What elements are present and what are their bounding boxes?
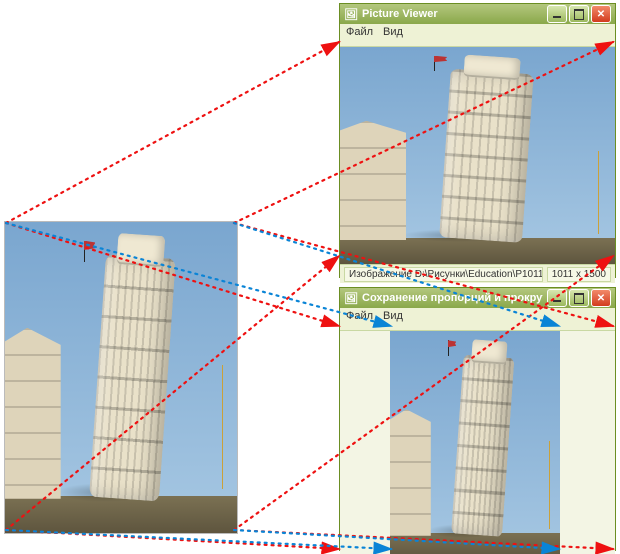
statusbar: Изображение D:\Рисунки\Education\P101110… (340, 264, 615, 283)
maximize-button[interactable] (569, 5, 589, 23)
window-proportional: 🖼 Сохранение пропорций и прокрутка ✕ Фай… (339, 287, 616, 551)
display-photo-stretched (340, 47, 615, 264)
client-area (340, 331, 615, 554)
status-dims: 1011 x 1500 (547, 267, 611, 282)
status-path: Изображение D:\Рисунки\Education\P101110… (344, 267, 543, 282)
client-area (340, 47, 615, 264)
window-picture-viewer: 🖼 Picture Viewer ✕ Файл Вид (339, 3, 616, 278)
diagram-stage: 🖼 Picture Viewer ✕ Файл Вид (0, 0, 620, 554)
menu-view[interactable]: Вид (383, 26, 403, 44)
minimize-button[interactable] (547, 289, 567, 307)
maximize-button[interactable] (569, 289, 589, 307)
titlebar[interactable]: 🖼 Сохранение пропорций и прокрутка ✕ (340, 288, 615, 308)
display-photo-proportional (390, 331, 560, 554)
window-title: Сохранение пропорций и прокрутка (362, 292, 543, 304)
menubar: Файл Вид (340, 24, 615, 47)
titlebar[interactable]: 🖼 Picture Viewer ✕ (340, 4, 615, 24)
menu-view[interactable]: Вид (383, 310, 403, 328)
close-button[interactable]: ✕ (591, 289, 611, 307)
menu-file[interactable]: Файл (346, 310, 373, 328)
menubar: Файл Вид (340, 308, 615, 331)
source-photo (4, 221, 238, 534)
app-icon: 🖼 (344, 291, 358, 305)
close-button[interactable]: ✕ (591, 5, 611, 23)
minimize-button[interactable] (547, 5, 567, 23)
app-icon: 🖼 (344, 7, 358, 21)
window-title: Picture Viewer (362, 8, 543, 20)
menu-file[interactable]: Файл (346, 26, 373, 44)
